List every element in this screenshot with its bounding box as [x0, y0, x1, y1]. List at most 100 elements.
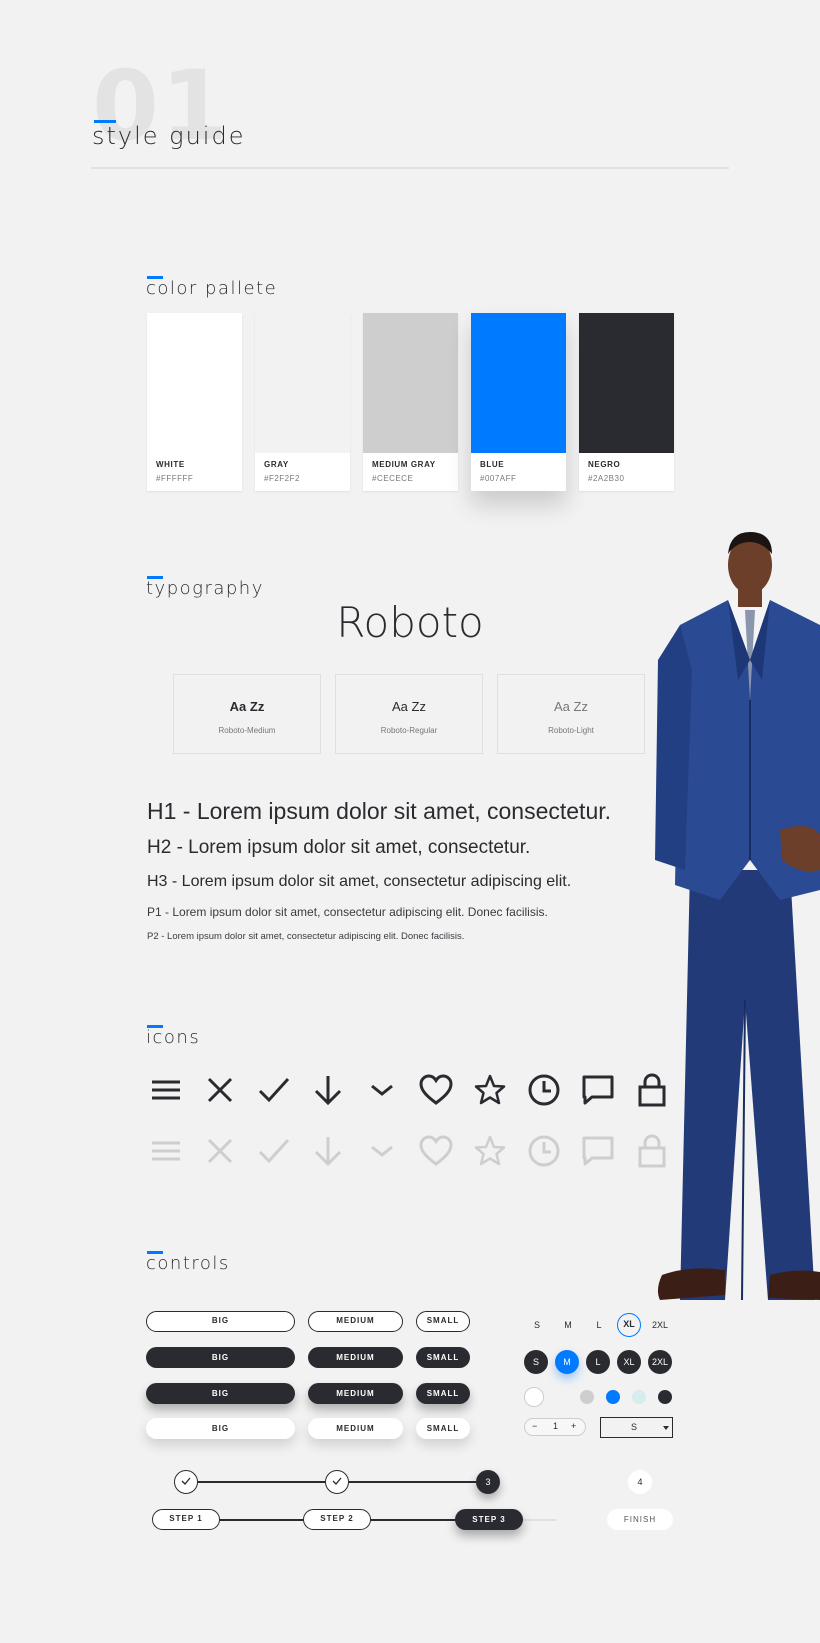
color-option-white-selected[interactable]	[524, 1387, 544, 1407]
chat-icon	[580, 1133, 616, 1169]
size-option-s[interactable]: S	[525, 1313, 549, 1337]
swatch-name: BLUE	[480, 460, 505, 469]
size-option-m[interactable]: M	[556, 1313, 580, 1337]
swatch-hex: #007AFF	[480, 474, 517, 483]
paragraph-1-sample: P1 - Lorem ipsum dolor sit amet, consect…	[147, 905, 548, 919]
big-button-outline[interactable]: BIG	[146, 1311, 295, 1332]
big-button-white[interactable]: BIG	[146, 1418, 295, 1439]
step-circle-4-todo[interactable]: 4	[628, 1470, 652, 1494]
swatch-name: MEDIUM GRAY	[372, 460, 436, 469]
section-title-typography: typography	[146, 578, 264, 599]
increment-button[interactable]: +	[571, 1421, 576, 1431]
decrement-button[interactable]: −	[532, 1421, 537, 1431]
check-icon	[256, 1133, 292, 1169]
swatch-gray: GRAY #F2F2F2	[255, 313, 350, 491]
size-dot-m-selected[interactable]: M	[555, 1350, 579, 1374]
color-option-gray[interactable]	[580, 1390, 594, 1404]
heading-2-sample: H2 - Lorem ipsum dolor sit amet, consect…	[147, 837, 531, 858]
star-icon	[472, 1133, 508, 1169]
chat-icon[interactable]	[580, 1072, 616, 1108]
color-option-blue[interactable]	[606, 1390, 620, 1404]
size-select-value: S	[631, 1422, 638, 1432]
type-weight-name: Roboto-Regular	[380, 726, 438, 735]
menu-icon	[148, 1133, 184, 1169]
step-circle-3-active[interactable]: 3	[476, 1470, 500, 1494]
page-title: style guide	[92, 122, 246, 150]
type-weight-name: Roboto-Medium	[218, 726, 276, 735]
small-button-dark[interactable]: SMALL	[416, 1347, 470, 1368]
swatch-white: WHITE #FFFFFF	[147, 313, 242, 491]
big-button-dark[interactable]: BIG	[146, 1347, 295, 1368]
type-card-medium: Aa Zz Roboto-Medium	[173, 674, 321, 754]
swatch-medium-gray: MEDIUM GRAY #CECECE	[363, 313, 458, 491]
clock-icon[interactable]	[526, 1072, 562, 1108]
paragraph-2-sample: P2 - Lorem ipsum dolor sit amet, consect…	[147, 931, 465, 942]
small-button-dark-hover[interactable]: SMALL	[416, 1383, 470, 1404]
small-button-outline[interactable]: SMALL	[416, 1311, 470, 1332]
chevron-down-icon	[364, 1133, 400, 1169]
swatch-chip	[147, 313, 242, 453]
heading-1-sample: H1 - Lorem ipsum dolor sit amet, consect…	[147, 798, 612, 824]
lock-icon[interactable]	[634, 1072, 670, 1108]
swatch-chip	[579, 313, 674, 453]
heart-icon[interactable]	[418, 1072, 454, 1108]
step-pill-3-active[interactable]: STEP 3	[455, 1509, 523, 1530]
color-option-negro[interactable]	[658, 1390, 672, 1404]
step-circle-1-done[interactable]	[174, 1470, 198, 1494]
swatch-hex: #FFFFFF	[156, 474, 194, 483]
font-family-name: Roboto	[336, 598, 484, 647]
heading-3-sample: H3 - Lorem ipsum dolor sit amet, consect…	[147, 873, 572, 890]
section-title-icons: icons	[146, 1027, 201, 1048]
step-pill-finish[interactable]: FINISH	[607, 1509, 673, 1530]
size-dot-2xl[interactable]: 2XL	[648, 1350, 672, 1374]
swatch-blue: BLUE #007AFF	[471, 313, 566, 491]
arrow-down-icon[interactable]	[310, 1072, 346, 1108]
check-icon	[332, 1477, 342, 1485]
caret-down-icon	[663, 1426, 669, 1430]
close-icon[interactable]	[202, 1072, 238, 1108]
quantity-value: 1	[553, 1421, 559, 1431]
size-option-2xl[interactable]: 2XL	[648, 1313, 672, 1337]
swatch-negro: NEGRO #2A2B30	[579, 313, 674, 491]
section-title-controls: controls	[146, 1253, 230, 1274]
swatch-chip	[363, 313, 458, 453]
type-weight-name: Roboto-Light	[548, 726, 594, 735]
chevron-down-icon[interactable]	[364, 1072, 400, 1108]
size-dot-xl[interactable]: XL	[617, 1350, 641, 1374]
type-card-regular: Aa Zz Roboto-Regular	[335, 674, 483, 754]
check-icon[interactable]	[256, 1072, 292, 1108]
small-button-white[interactable]: SMALL	[416, 1418, 470, 1439]
type-card-light: Aa Zz Roboto-Light	[497, 674, 645, 754]
type-sample: Aa Zz	[229, 699, 265, 714]
medium-button-white[interactable]: MEDIUM	[308, 1418, 403, 1439]
color-option-light-teal[interactable]	[632, 1390, 646, 1404]
swatch-hex: #2A2B30	[588, 474, 625, 483]
size-select[interactable]: S	[600, 1417, 673, 1438]
type-sample: Aa Zz	[392, 699, 426, 714]
menu-icon[interactable]	[148, 1072, 184, 1108]
swatch-hex: #F2F2F2	[264, 474, 300, 483]
medium-button-dark[interactable]: MEDIUM	[308, 1347, 403, 1368]
arrow-down-icon	[310, 1133, 346, 1169]
swatch-name: WHITE	[156, 460, 185, 469]
star-icon[interactable]	[472, 1072, 508, 1108]
section-title-colors: color pallete	[146, 278, 278, 299]
medium-button-outline[interactable]: MEDIUM	[308, 1311, 403, 1332]
size-dot-s[interactable]: S	[524, 1350, 548, 1374]
swatch-name: NEGRO	[588, 460, 621, 469]
size-option-xl-selected[interactable]: XL	[617, 1313, 641, 1337]
big-button-dark-hover[interactable]: BIG	[146, 1383, 295, 1404]
step-pill-2[interactable]: STEP 2	[303, 1509, 371, 1530]
heart-icon	[418, 1133, 454, 1169]
size-dot-l[interactable]: L	[586, 1350, 610, 1374]
clock-icon	[526, 1133, 562, 1169]
step-pill-1[interactable]: STEP 1	[152, 1509, 220, 1530]
swatch-chip	[255, 313, 350, 453]
close-icon	[202, 1133, 238, 1169]
swatch-chip	[471, 313, 566, 453]
swatch-hex: #CECECE	[372, 474, 414, 483]
step-circle-2-done[interactable]	[325, 1470, 349, 1494]
size-option-l[interactable]: L	[587, 1313, 611, 1337]
medium-button-dark-hover[interactable]: MEDIUM	[308, 1383, 403, 1404]
check-icon	[181, 1477, 191, 1485]
